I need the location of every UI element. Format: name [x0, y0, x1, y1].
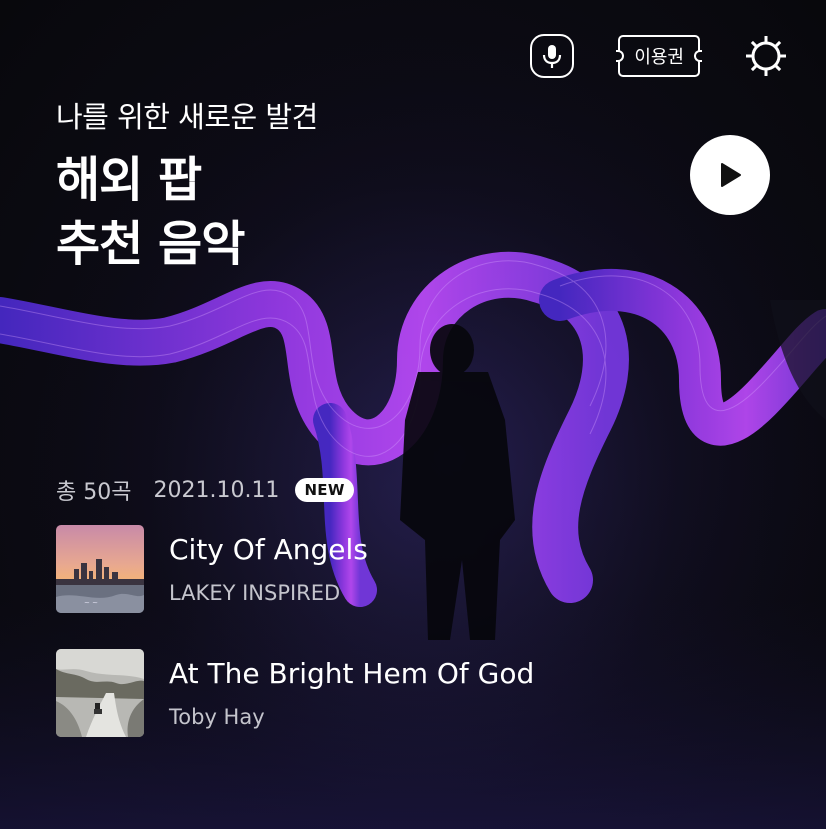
- play-all-button[interactable]: [690, 135, 770, 215]
- playlist-title: 해외 팝 추천 음악: [56, 148, 245, 276]
- track-item[interactable]: ~ ~ City Of Angels LAKEY INSPIRED: [56, 525, 368, 613]
- track-count: 총 50곡: [56, 480, 132, 505]
- playlist-meta: 총 50곡 2021.10.11 NEW: [56, 474, 354, 506]
- play-icon: [721, 163, 741, 187]
- album-art: [56, 649, 144, 737]
- subscription-ticket-button[interactable]: 이용권: [616, 35, 702, 77]
- playlist-title-line-1: 해외 팝: [56, 152, 202, 208]
- settings-icon: [746, 36, 786, 76]
- new-badge: NEW: [295, 478, 354, 502]
- microphone-icon: [543, 45, 562, 68]
- ticket-label: 이용권: [634, 47, 684, 68]
- track-item[interactable]: At The Bright Hem Of God Toby Hay: [56, 649, 534, 737]
- svg-text:~ ~: ~ ~: [84, 599, 98, 607]
- track-artist: LAKEY INSPIRED: [169, 581, 341, 605]
- track-title: City Of Angels: [169, 533, 368, 566]
- settings-button[interactable]: [744, 34, 788, 78]
- album-art: ~ ~: [56, 525, 144, 613]
- voice-search-button[interactable]: [530, 34, 575, 78]
- top-bar: 이용권: [530, 34, 788, 78]
- track-artist: Toby Hay: [169, 705, 265, 729]
- track-info: At The Bright Hem Of God Toby Hay: [169, 649, 534, 729]
- hero-subtitle: 나를 위한 새로운 발견: [56, 100, 318, 134]
- track-title: At The Bright Hem Of God: [169, 657, 535, 690]
- update-date: 2021.10.11: [153, 477, 280, 503]
- track-info: City Of Angels LAKEY INSPIRED: [169, 525, 368, 605]
- playlist-title-line-2: 추천 음악: [56, 216, 245, 272]
- playlist-screen: 이용권 나를 위한 새로운 발견 해외 팝 추천 음악 총 50곡 2021.1…: [0, 0, 826, 829]
